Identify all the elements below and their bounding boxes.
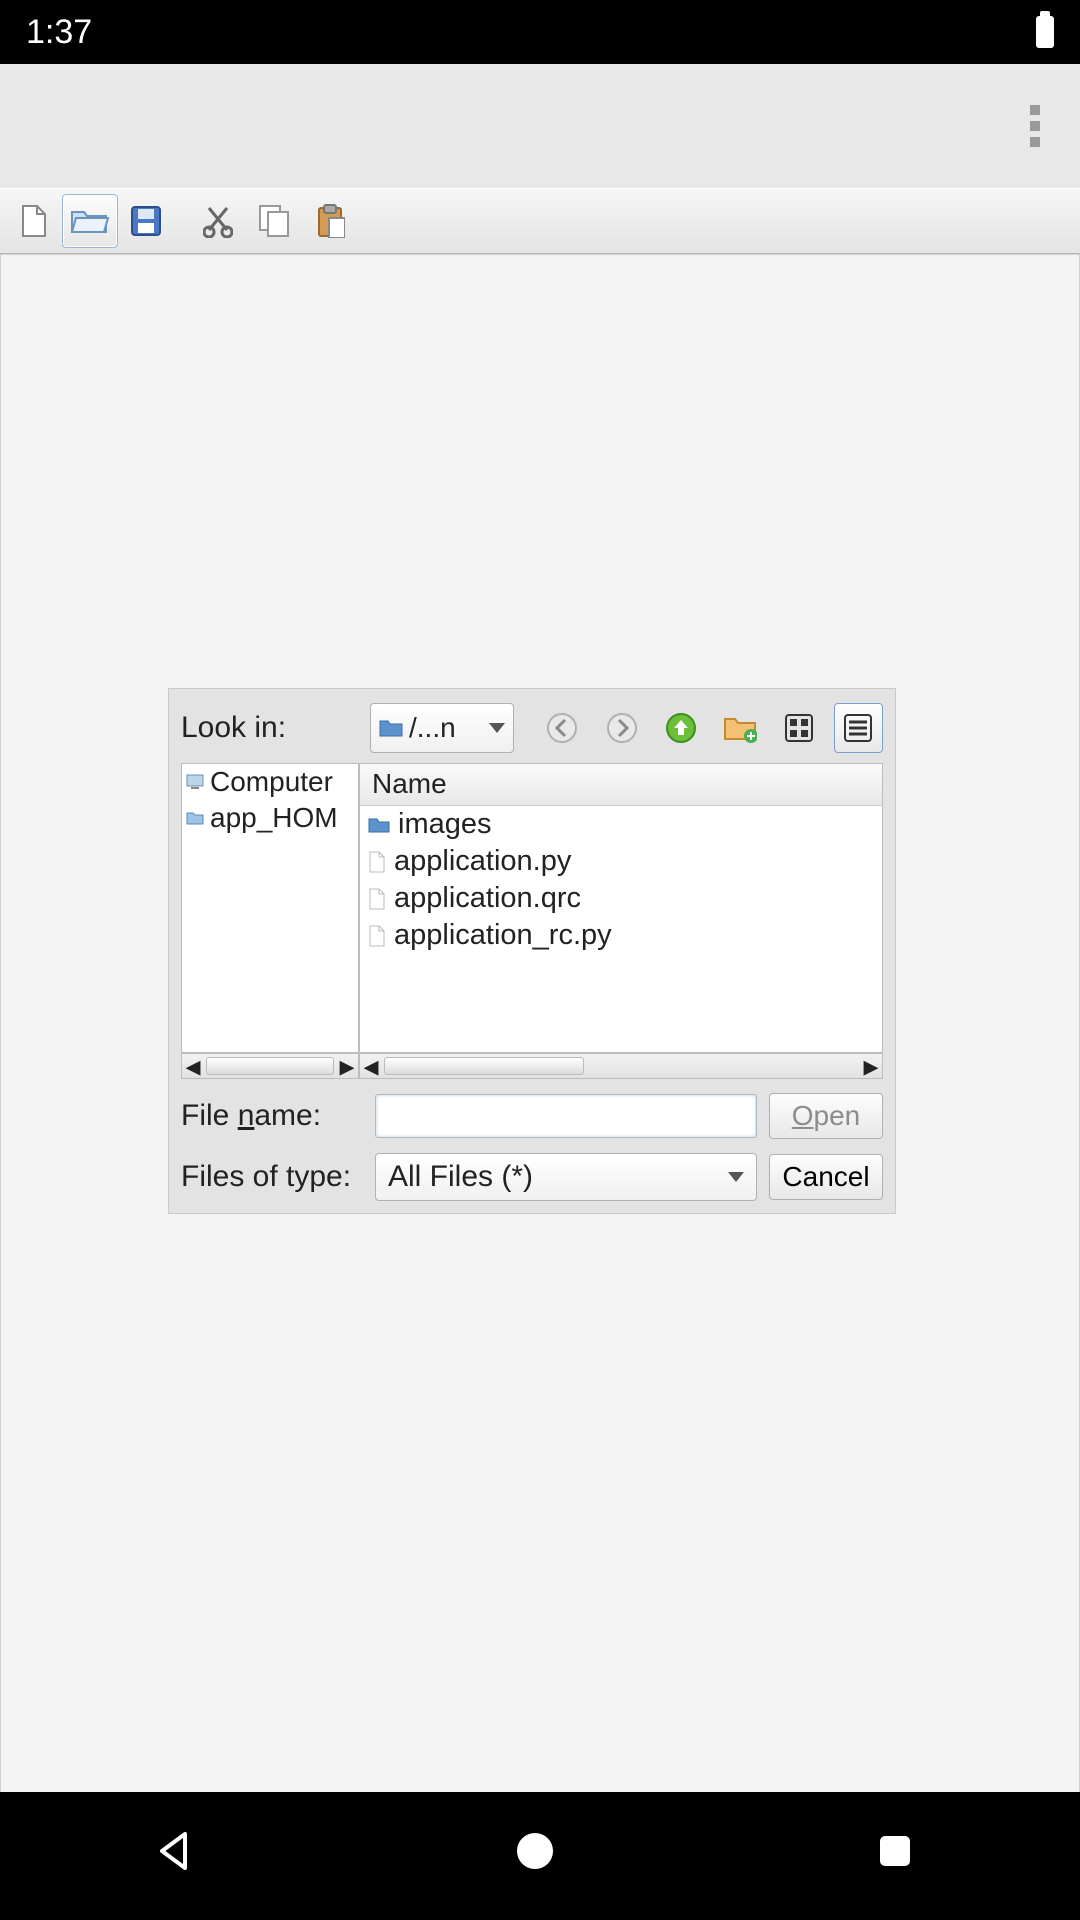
cut-button[interactable] xyxy=(190,194,246,248)
file-browser: Computer app_HOM Name images application… xyxy=(181,763,883,1053)
file-item-folder[interactable]: images xyxy=(360,806,882,843)
look-in-value: /...n xyxy=(409,712,456,744)
new-folder-button[interactable] xyxy=(715,703,764,753)
scrollbars: ◂ ▸ ◂ ▸ xyxy=(181,1053,883,1079)
filename-label: File name: xyxy=(181,1099,363,1133)
copy-button[interactable] xyxy=(246,194,302,248)
nav-up-button[interactable] xyxy=(656,703,705,753)
file-list[interactable]: Name images application.py application.q… xyxy=(359,763,883,1053)
nav-recents-button[interactable] xyxy=(870,1826,930,1886)
file-name: images xyxy=(398,808,492,841)
chevron-down-icon xyxy=(489,723,505,733)
android-status-bar: 1:37 xyxy=(0,0,1080,64)
tree-item-label: Computer xyxy=(210,766,333,798)
filetype-value: All Files (*) xyxy=(388,1160,533,1194)
android-nav-bar xyxy=(0,1792,1080,1920)
filename-input[interactable] xyxy=(375,1094,757,1138)
scroll-left-icon[interactable]: ◂ xyxy=(182,1054,204,1078)
tree-item-home[interactable]: app_HOM xyxy=(182,800,358,836)
clock: 1:37 xyxy=(26,13,92,52)
nav-home-button[interactable] xyxy=(510,1826,570,1886)
nav-forward-button[interactable] xyxy=(597,703,646,753)
paste-button[interactable] xyxy=(302,194,358,248)
file-name: application.qrc xyxy=(394,882,581,915)
filetype-combo[interactable]: All Files (*) xyxy=(375,1153,757,1201)
list-view-button[interactable] xyxy=(834,703,883,753)
nav-back-button[interactable] xyxy=(538,703,587,753)
scroll-left-icon[interactable]: ◂ xyxy=(360,1054,382,1078)
chevron-down-icon xyxy=(728,1172,744,1182)
tree-item-computer[interactable]: Computer xyxy=(182,764,358,800)
file-item[interactable]: application_rc.py xyxy=(360,917,882,954)
icon-view-button[interactable] xyxy=(775,703,824,753)
tree-item-label: app_HOM xyxy=(210,802,338,834)
file-name: application.py xyxy=(394,845,571,878)
file-icon xyxy=(368,851,386,873)
save-file-button[interactable] xyxy=(118,194,174,248)
filetype-label: Files of type: xyxy=(181,1160,363,1194)
folder-tree[interactable]: Computer app_HOM xyxy=(181,763,359,1053)
new-file-button[interactable] xyxy=(6,194,62,248)
kebab-menu-icon[interactable] xyxy=(1030,105,1040,147)
file-name: application_rc.py xyxy=(394,919,612,952)
file-icon xyxy=(368,925,386,947)
nav-back-button[interactable] xyxy=(150,1826,210,1886)
app-toolbar xyxy=(0,188,1080,254)
app-title-bar xyxy=(0,64,1080,188)
scroll-right-icon[interactable]: ▸ xyxy=(860,1054,882,1078)
folder-icon xyxy=(379,718,403,738)
file-item[interactable]: application.qrc xyxy=(360,880,882,917)
look-in-combo[interactable]: /...n xyxy=(370,703,514,753)
folder-icon xyxy=(368,816,390,834)
file-list-header[interactable]: Name xyxy=(360,764,882,806)
file-icon xyxy=(368,888,386,910)
file-open-dialog: Look in: /...n Computer xyxy=(168,688,896,1214)
file-item[interactable]: application.py xyxy=(360,843,882,880)
file-scrollbar[interactable]: ◂ ▸ xyxy=(359,1053,883,1079)
cancel-button[interactable]: Cancel xyxy=(769,1154,883,1200)
computer-icon xyxy=(186,774,204,790)
tree-scrollbar[interactable]: ◂ ▸ xyxy=(181,1053,359,1079)
column-header-name: Name xyxy=(372,768,447,799)
battery-icon xyxy=(1036,16,1054,48)
folder-icon xyxy=(186,811,204,825)
open-file-button[interactable] xyxy=(62,194,118,248)
open-button[interactable]: Open xyxy=(769,1093,883,1139)
scroll-right-icon[interactable]: ▸ xyxy=(336,1054,358,1078)
look-in-label: Look in: xyxy=(181,711,360,745)
